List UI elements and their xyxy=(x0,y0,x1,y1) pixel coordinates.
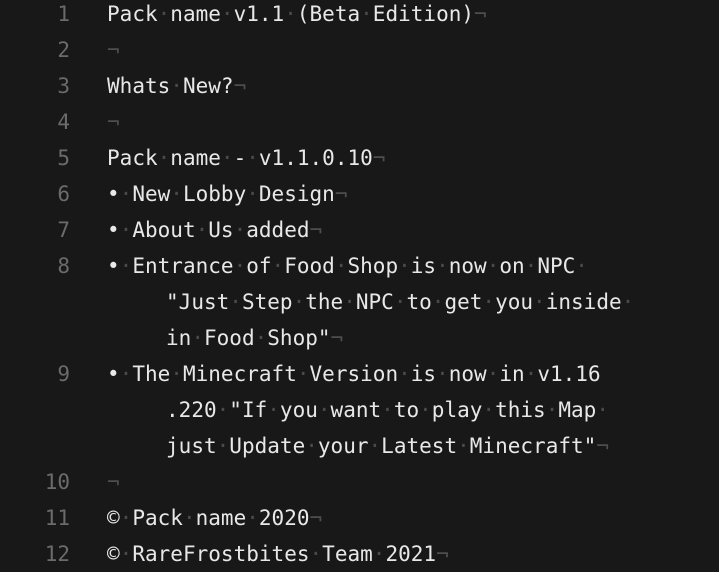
line-text: ©·Pack·name·2020¬ xyxy=(107,506,323,530)
line-number: 4 xyxy=(57,110,70,134)
line-text: ¬ xyxy=(107,32,719,68)
end-of-line-marker: ¬ xyxy=(107,38,120,62)
line-text: Whats·New?¬ xyxy=(107,74,247,98)
end-of-line-marker: ¬ xyxy=(436,542,449,566)
line-number: 6 xyxy=(57,182,70,206)
line-number: 9 xyxy=(57,362,70,386)
code-line[interactable]: ¬ xyxy=(107,32,719,68)
end-of-line-marker: ¬ xyxy=(233,74,247,98)
wrapped-line-text: just·Update·your·Latest·Minecraft"¬ xyxy=(166,434,609,458)
code-line[interactable]: ¬ xyxy=(107,104,719,140)
code-line[interactable]: •·About·Us·added¬ xyxy=(107,212,719,248)
line-number: 12 xyxy=(44,542,70,566)
end-of-line-marker: ¬ xyxy=(334,182,348,206)
code-line[interactable]: Whats·New?¬ xyxy=(107,68,719,104)
wrapped-line-text: in·Food·Shop"¬ xyxy=(166,326,344,350)
end-of-line-marker: ¬ xyxy=(107,470,120,494)
line-text: ¬ xyxy=(107,464,719,500)
code-line[interactable]: •·New·Lobby·Design¬ xyxy=(107,176,719,212)
end-of-line-marker: ¬ xyxy=(107,110,120,134)
code-line[interactable]: ©·RareFrostbites·Team·2021¬ xyxy=(107,536,719,572)
line-number: 2 xyxy=(57,38,70,62)
line-text: •·Entrance·of·Food·Shop·is·now·on·NPC· xyxy=(107,254,588,278)
code-line[interactable]: Pack·name·-·v1.1.0.10¬ xyxy=(107,140,719,176)
line-text: •·New·Lobby·Design¬ xyxy=(107,182,348,206)
wrapped-line-text: "Just·Step·the·NPC·to·get·you·inside· xyxy=(166,290,635,314)
code-line[interactable]: ©·Pack·name·2020¬ xyxy=(107,500,719,536)
line-text: Pack·name·-·v1.1.0.10¬ xyxy=(107,146,386,170)
code-line[interactable]: Pack·name·v1.1·(Beta·Edition)¬ xyxy=(107,0,719,32)
end-of-line-marker: ¬ xyxy=(309,218,323,242)
line-number: 1 xyxy=(57,2,70,26)
line-number: 10 xyxy=(44,470,70,494)
end-of-line-marker: ¬ xyxy=(309,506,323,530)
line-text: •·The·Minecraft·Version·is·now·in·v1.16 xyxy=(107,362,601,386)
line-text: ©·RareFrostbites·Team·2021¬ xyxy=(107,542,449,566)
end-of-line-marker: ¬ xyxy=(372,146,386,170)
line-number: 7 xyxy=(57,218,70,242)
line-text: ¬ xyxy=(107,104,719,140)
wrapped-line-text: .220·"If·you·want·to·play·this·Map· xyxy=(166,398,609,422)
end-of-line-marker: ¬ xyxy=(596,434,609,458)
code-line[interactable]: ¬ xyxy=(107,464,719,500)
code-line[interactable]: •·The·Minecraft·Version·is·now·in·v1.16.… xyxy=(107,356,719,464)
line-number: 11 xyxy=(44,506,70,530)
end-of-line-marker: ¬ xyxy=(330,326,344,350)
line-number: 3 xyxy=(57,74,70,98)
line-number: 8 xyxy=(57,254,70,278)
line-text: Pack·name·v1.1·(Beta·Edition)¬ xyxy=(107,2,487,26)
text-editor[interactable]: 1 Pack·name·v1.1·(Beta·Edition)¬ 2 ¬ 3 Whats·… xyxy=(0,0,719,568)
end-of-line-marker: ¬ xyxy=(474,2,487,26)
line-number: 5 xyxy=(57,146,70,170)
line-text: •·About·Us·added¬ xyxy=(107,218,323,242)
code-line[interactable]: •·Entrance·of·Food·Shop·is·now·on·NPC· "J… xyxy=(107,248,719,356)
